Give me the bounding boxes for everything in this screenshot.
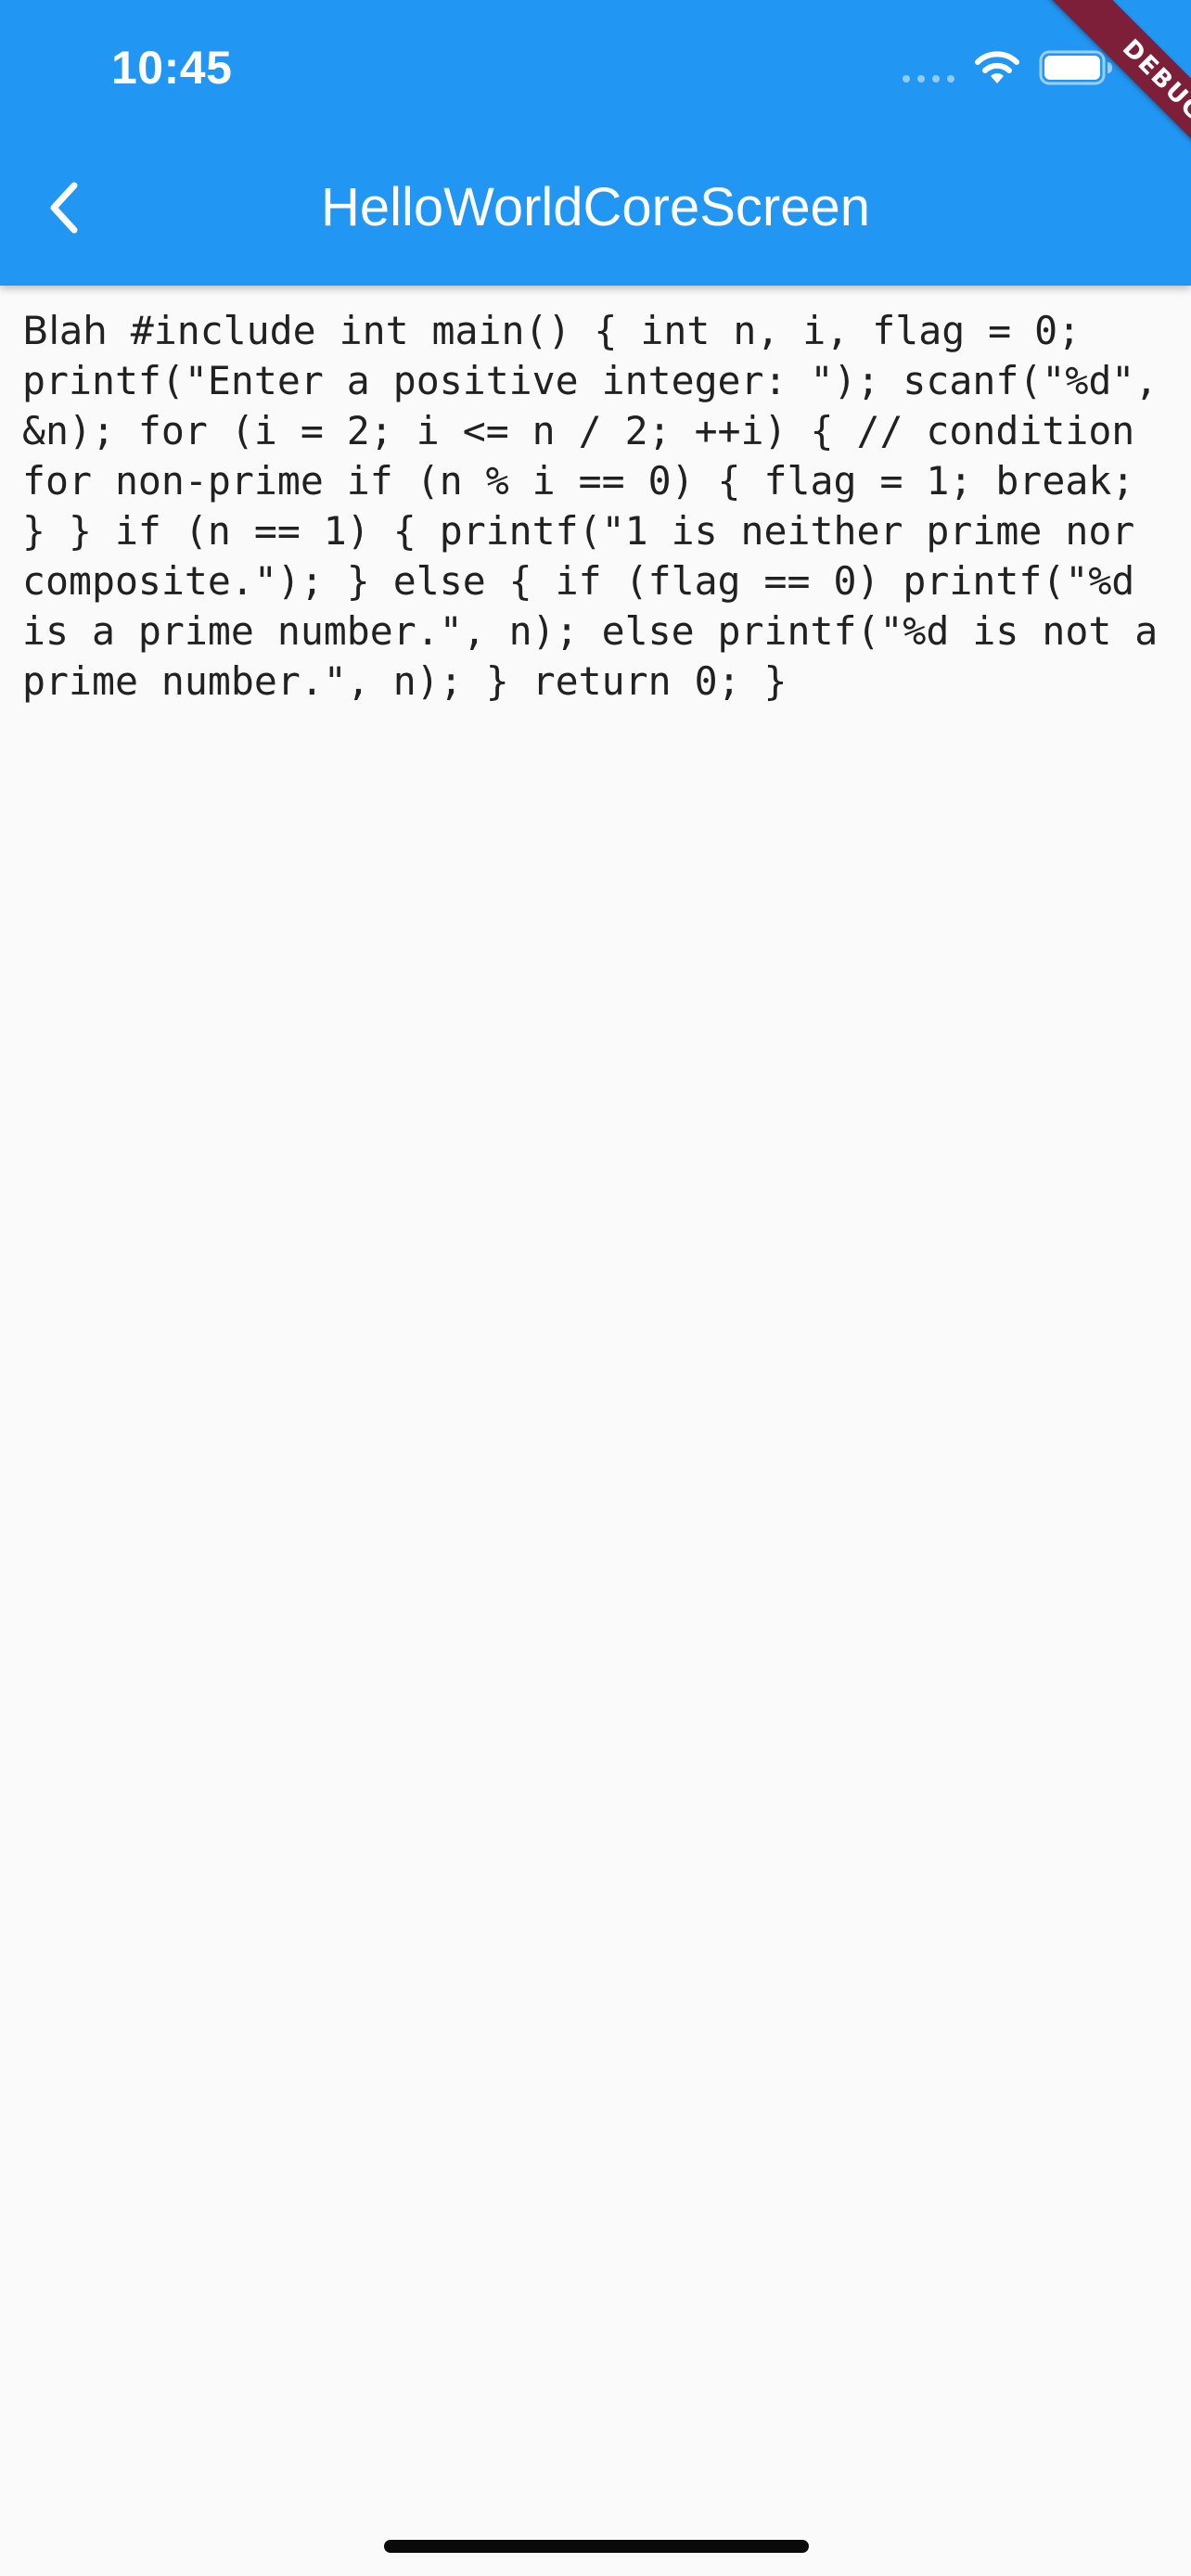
cellular-signal-icon (903, 75, 954, 83)
wifi-icon (975, 51, 1019, 83)
app-screen: 10:45 HelloWorldCoreScreen DEBUG Blah #i… (0, 0, 1191, 2576)
status-bar-time: 10:45 (111, 42, 233, 94)
lead-text: Blah (22, 308, 108, 353)
code-text: Blah #include int main() { int n, i, fla… (22, 306, 1172, 707)
app-bar: 10:45 HelloWorldCoreScreen (0, 0, 1191, 286)
code-snippet: #include int main() { int n, i, flag = 0… (22, 308, 1159, 704)
battery-icon (1039, 50, 1112, 85)
back-button[interactable] (28, 161, 98, 254)
home-indicator[interactable] (384, 2540, 809, 2553)
content-area: Blah #include int main() { int n, i, fla… (22, 306, 1172, 707)
chevron-left-icon (50, 182, 78, 234)
page-title: HelloWorldCoreScreen (320, 177, 871, 237)
